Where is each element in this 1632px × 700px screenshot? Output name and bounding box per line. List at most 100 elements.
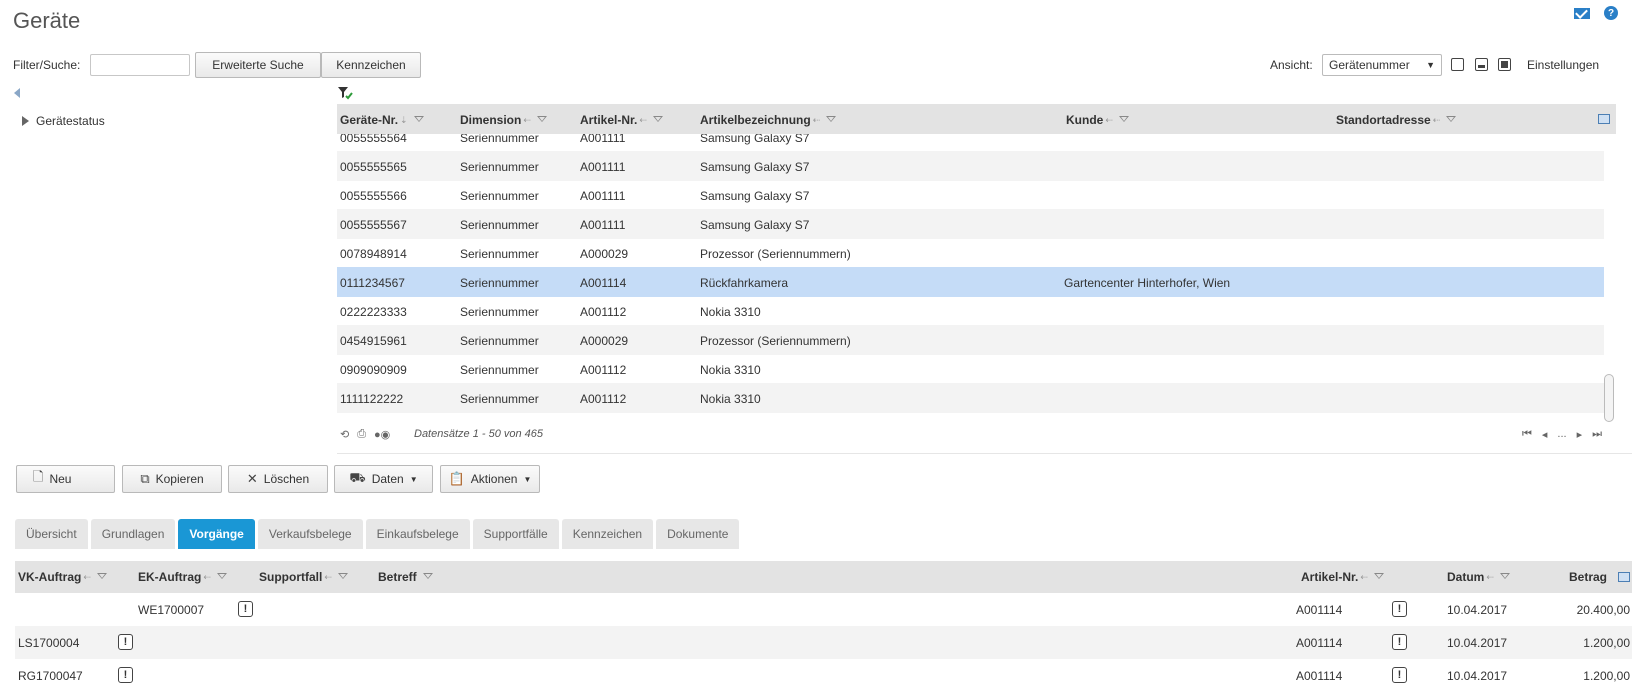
sort-icon[interactable]: ⇠ [1105, 115, 1113, 126]
info-icon[interactable]: ! [238, 601, 253, 617]
grid-scrollbar-thumb[interactable] [1604, 374, 1614, 422]
list-item[interactable]: RG1700047 A001114 10.04.2017 1.200,00!! [15, 659, 1632, 692]
info-icon[interactable]: ! [118, 667, 133, 683]
view-select[interactable]: Gerätenummer ▼ [1322, 54, 1442, 76]
tab-2[interactable]: Vorgänge [178, 519, 255, 549]
info-icon[interactable]: ! [118, 634, 133, 650]
tab-4[interactable]: Einkaufsbelege [365, 519, 470, 549]
refresh-icon[interactable]: ⟲ [340, 428, 349, 441]
col-dimension[interactable]: Dimension ⇠ [460, 113, 547, 127]
table-cell-nr: 1111122222 [340, 392, 404, 406]
table-cell-datum: 10.04.2017 [1447, 669, 1508, 683]
copy-button[interactable]: ⧉ Kopieren [122, 465, 222, 493]
col-artikel-nr[interactable]: Artikel-Nr. ⇠ [580, 113, 663, 127]
sort-icon[interactable]: ⇠ [523, 115, 531, 126]
column-chooser-icon[interactable] [1618, 572, 1630, 582]
tree-item-geraetestatus[interactable]: Gerätestatus [36, 114, 105, 128]
sort-icon[interactable]: ⇠ [1486, 572, 1494, 583]
kennzeichen-button[interactable]: Kennzeichen [321, 52, 421, 78]
filter-icon[interactable] [337, 573, 348, 581]
sort-icon[interactable]: ⇠ [639, 115, 647, 126]
table-row[interactable]: 0055555567 Seriennummer A001111 Samsung Gal… [337, 209, 1604, 239]
col-artikel-nr-lower[interactable]: Artikel-Nr. ⇠ [1301, 570, 1384, 584]
filter-icon[interactable] [413, 116, 424, 124]
table-row[interactable]: 0055555564 Seriennummer A001111 Samsung Gal… [337, 134, 1604, 152]
print-icon[interactable]: ⎙ [357, 428, 366, 441]
filter-icon[interactable] [1446, 116, 1457, 124]
first-page-icon[interactable]: ⏮ [1522, 428, 1532, 441]
tab-3[interactable]: Verkaufsbelege [257, 519, 363, 549]
sort-asc-icon[interactable]: ⇣ [400, 115, 408, 126]
col-betreff[interactable]: Betreff [378, 570, 433, 584]
table-cell-dim: Seriennummer [460, 134, 539, 145]
prev-page-icon[interactable]: ◂ [1542, 428, 1548, 441]
col-kunde[interactable]: Kunde ⇠ [1066, 113, 1129, 127]
collapse-panel-icon[interactable] [14, 88, 20, 98]
last-page-icon[interactable]: ⏭ [1592, 428, 1602, 441]
sort-icon[interactable]: ⇠ [83, 572, 91, 583]
filter-icon[interactable] [826, 116, 837, 124]
table-row[interactable]: 0111234567 Seriennummer A001114 Rückfahrkam… [337, 267, 1604, 297]
list-item[interactable]: LS1700004 A001114 10.04.2017 1.200,00!! [15, 626, 1632, 659]
tab-5[interactable]: Supportfälle [472, 519, 559, 549]
filter-icon[interactable] [1499, 573, 1510, 581]
col-standortadresse[interactable]: Standortadresse ⇠ [1336, 113, 1457, 127]
table-row[interactable]: 0454915961 Seriennummer A000029 Prozessor (… [337, 325, 1604, 355]
info-icon[interactable]: ! [1392, 667, 1407, 683]
table-row[interactable]: 0055555566 Seriennummer A001111 Samsung Gal… [337, 180, 1604, 210]
sort-icon[interactable]: ⇠ [324, 572, 332, 583]
table-row[interactable]: 0078948914 Seriennummer A000029 Prozessor (… [337, 238, 1604, 268]
pager-ellipsis[interactable]: ... [1557, 428, 1566, 441]
actions-menu-button[interactable]: 📋 Aktionen ▼ [440, 465, 540, 493]
info-icon[interactable]: ! [1392, 601, 1407, 617]
new-button[interactable]: 🗋 Neu [16, 465, 115, 493]
filter-icon[interactable] [1373, 573, 1384, 581]
tab-6[interactable]: Kennzeichen [561, 519, 654, 549]
mail-icon[interactable] [1574, 7, 1590, 19]
col-vk-auftrag[interactable]: VK-Auftrag ⇠ [18, 570, 107, 584]
active-filter-icon[interactable] [337, 86, 353, 103]
tab-1[interactable]: Grundlagen [90, 519, 176, 549]
col-supportfall[interactable]: Supportfall ⇠ [259, 570, 348, 584]
table-row[interactable]: 0222223333 Seriennummer A001112 Nokia 3310 [337, 296, 1604, 326]
col-geraete-nr[interactable]: Geräte-Nr. ⇣ [340, 113, 424, 127]
sort-icon[interactable]: ⇠ [1360, 572, 1368, 583]
advanced-search-button[interactable]: Erweiterte Suche [195, 52, 321, 78]
sort-icon[interactable]: ⇠ [203, 572, 211, 583]
col-ek-auftrag[interactable]: EK-Auftrag ⇠ [138, 570, 227, 584]
filter-icon[interactable] [422, 573, 433, 581]
view-split-icon[interactable] [1475, 58, 1488, 71]
view-full-icon[interactable] [1498, 58, 1511, 71]
tree-expand-icon[interactable] [22, 116, 29, 126]
table-row[interactable]: 1111122222 Seriennummer A001112 Nokia 3310 [337, 383, 1604, 413]
filter-icon[interactable] [1118, 116, 1129, 124]
help-icon[interactable]: ? [1604, 6, 1618, 20]
col-datum[interactable]: Datum ⇠ [1447, 570, 1510, 584]
sort-icon[interactable]: ⇠ [813, 115, 821, 126]
filter-icon[interactable] [96, 573, 107, 581]
column-chooser-icon[interactable] [1598, 114, 1610, 124]
list-item[interactable]: WE1700007 A001114 10.04.2017 20.400,00!! [15, 593, 1632, 626]
filter-search-input[interactable] [90, 54, 190, 76]
table-cell-dim: Seriennummer [460, 189, 539, 203]
settings-link[interactable]: Einstellungen [1527, 58, 1599, 72]
table-cell-nr: 0078948914 [340, 247, 407, 261]
table-row[interactable]: 0055555565 Seriennummer A001111 Samsung Gal… [337, 151, 1604, 181]
chevron-down-icon: ▼ [1426, 60, 1435, 70]
view-select-value: Gerätenummer [1329, 58, 1410, 72]
next-page-icon[interactable]: ▸ [1577, 428, 1583, 441]
filter-icon[interactable] [652, 116, 663, 124]
sort-icon[interactable]: ⇠ [1433, 115, 1441, 126]
tab-7[interactable]: Dokumente [656, 519, 740, 549]
table-row[interactable]: 0909090909 Seriennummer A001112 Nokia 3310 [337, 354, 1604, 384]
delete-button[interactable]: ✕ Löschen [228, 465, 328, 493]
toggle-icon[interactable]: ●◉ [374, 428, 390, 441]
col-betrag[interactable]: Betrag [1569, 570, 1607, 584]
view-single-icon[interactable] [1451, 58, 1464, 71]
info-icon[interactable]: ! [1392, 634, 1407, 650]
col-artikelbezeichnung[interactable]: Artikelbezeichnung ⇠ [700, 113, 837, 127]
filter-icon[interactable] [536, 116, 547, 124]
filter-icon[interactable] [216, 573, 227, 581]
data-menu-button[interactable]: ⛟ Daten ▼ [334, 465, 433, 493]
tab-0[interactable]: Übersicht [15, 519, 88, 549]
